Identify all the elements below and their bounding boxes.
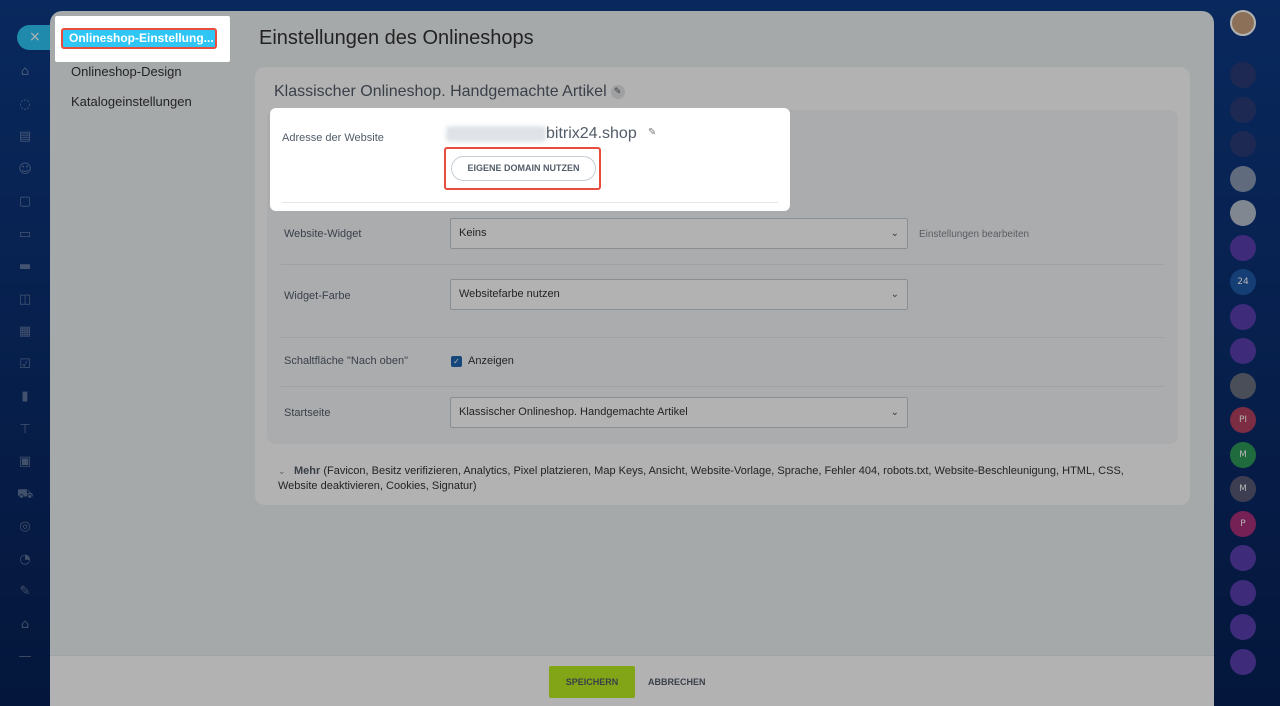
- chat-avatar[interactable]: [1230, 200, 1256, 226]
- more-label: Mehr: [294, 465, 321, 477]
- chat-avatar[interactable]: [1230, 338, 1256, 364]
- scroll-top-checkbox[interactable]: ✓: [451, 356, 462, 367]
- chat-avatar[interactable]: [1230, 234, 1256, 261]
- chat-avatar[interactable]: [1230, 579, 1256, 606]
- chat-avatar[interactable]: [1230, 96, 1256, 123]
- nav-icon[interactable]: ⛟: [17, 487, 33, 503]
- menu-item-catalog[interactable]: Katalogeinstellungen: [71, 94, 192, 109]
- footer-bar: SPEICHERN ABBRECHEN: [50, 655, 1214, 706]
- nav-icon[interactable]: ⊤: [17, 422, 33, 438]
- chat-avatar[interactable]: [1230, 62, 1256, 88]
- blurred-subdomain: [446, 126, 546, 142]
- scroll-top-checkbox-label[interactable]: Anzeigen: [468, 355, 514, 367]
- start-page-select[interactable]: Klassischer Onlineshop. Handgemachte Art…: [450, 397, 908, 428]
- edit-pencil-icon[interactable]: ✎: [610, 84, 625, 99]
- widget-color-label: Widget-Farbe: [284, 290, 351, 302]
- chat-avatar[interactable]: 24: [1230, 269, 1256, 295]
- highlighted-address-callout: Adresse der Website bitrix24.shop ✎ EIGE…: [270, 108, 790, 211]
- divider: [281, 264, 1163, 265]
- chat-avatar[interactable]: P: [1230, 510, 1256, 537]
- chat-avatar[interactable]: [1230, 545, 1256, 571]
- divider: [281, 337, 1163, 338]
- divider: [281, 386, 1163, 387]
- nav-icon[interactable]: ☑: [17, 357, 33, 373]
- nav-icon[interactable]: ⌂: [17, 64, 33, 80]
- nav-icon[interactable]: ◌: [17, 97, 33, 113]
- close-icon: ×: [29, 29, 41, 45]
- more-items: (Favicon, Besitz verifizieren, Analytics…: [278, 465, 1124, 492]
- widget-settings-link[interactable]: Einstellungen bearbeiten: [919, 229, 1029, 240]
- chat-avatar[interactable]: [1230, 372, 1256, 399]
- more-settings-toggle[interactable]: ⌄ Mehr (Favicon, Besitz verifizieren, Ana…: [278, 464, 1158, 493]
- domain-button-highlight: EIGENE DOMAIN NUTZEN: [444, 147, 601, 190]
- cancel-button[interactable]: ABBRECHEN: [648, 666, 706, 698]
- left-navigation-rail: ⌂ ◌ ▤ ☺ ▢ ▭ ▬ ◫ ▦ ☑ ▮ ⊤ ▣ ⛟ ◎ ◔ ✎ ⌂ —: [0, 0, 50, 706]
- nav-icon[interactable]: ▢: [17, 194, 33, 210]
- menu-item-shop-settings[interactable]: Onlineshop-Einstellung...: [61, 28, 217, 49]
- nav-icon[interactable]: —: [17, 649, 33, 665]
- widget-select[interactable]: Keins ⌄: [450, 218, 908, 249]
- highlighted-menu-callout: Onlineshop-Einstellung...: [55, 16, 230, 62]
- chevron-down-icon: ⌄: [278, 467, 286, 477]
- nav-icon[interactable]: ▤: [17, 129, 33, 145]
- chat-avatar[interactable]: [1230, 614, 1256, 640]
- site-name-text: Klassischer Onlineshop. Handgemachte Art…: [274, 83, 607, 100]
- nav-icon[interactable]: ▣: [17, 454, 33, 470]
- page-title: Einstellungen des Onlineshops: [259, 27, 534, 49]
- edit-pencil-icon[interactable]: ✎: [648, 127, 656, 138]
- nav-icon[interactable]: ✎: [17, 584, 33, 600]
- chat-avatar[interactable]: M: [1230, 441, 1256, 468]
- nav-icon[interactable]: ◎: [17, 519, 33, 535]
- chat-avatar[interactable]: [1230, 648, 1256, 675]
- widget-select-value: Keins: [459, 227, 487, 239]
- nav-icon[interactable]: ▬: [17, 259, 33, 275]
- address-label: Adresse der Website: [282, 132, 384, 144]
- nav-icon[interactable]: ▮: [17, 389, 33, 405]
- chevron-down-icon: ⌄: [890, 289, 899, 300]
- chat-avatar[interactable]: [1230, 165, 1256, 192]
- chat-avatar[interactable]: M: [1230, 476, 1256, 502]
- site-name: Klassischer Onlineshop. Handgemachte Art…: [274, 83, 625, 101]
- save-button[interactable]: SPEICHERN: [549, 666, 635, 698]
- chevron-down-icon: ⌄: [890, 407, 899, 418]
- menu-item-design[interactable]: Onlineshop-Design: [71, 64, 182, 79]
- nav-icon[interactable]: ▭: [17, 227, 33, 243]
- chat-avatar[interactable]: [1230, 303, 1256, 330]
- divider: [282, 202, 778, 203]
- widget-label: Website-Widget: [284, 228, 362, 240]
- nav-icon[interactable]: ⌂: [17, 617, 33, 633]
- nav-icon[interactable]: ☺: [17, 162, 33, 178]
- nav-icon[interactable]: ▦: [17, 324, 33, 340]
- start-page-select-value: Klassischer Onlineshop. Handgemachte Art…: [459, 406, 688, 418]
- chat-avatar[interactable]: [1230, 131, 1256, 157]
- scroll-top-label: Schaltfläche "Nach oben": [284, 355, 408, 367]
- user-avatar[interactable]: [1230, 10, 1256, 36]
- widget-color-select-value: Websitefarbe nutzen: [459, 288, 560, 300]
- use-own-domain-button[interactable]: EIGENE DOMAIN NUTZEN: [451, 156, 596, 181]
- nav-icon[interactable]: ◔: [17, 552, 33, 568]
- chat-avatar[interactable]: PI: [1230, 407, 1256, 433]
- start-page-label: Startseite: [284, 407, 331, 419]
- chevron-down-icon: ⌄: [890, 228, 899, 239]
- domain-text: bitrix24.shop: [546, 125, 637, 142]
- side-menu: Onlineshop-Design Katalogeinstellungen: [50, 11, 240, 706]
- right-messenger-rail: 24 PI M M P: [1214, 0, 1280, 706]
- nav-icon[interactable]: ◫: [17, 292, 33, 308]
- widget-color-select[interactable]: Websitefarbe nutzen ⌄: [450, 279, 908, 310]
